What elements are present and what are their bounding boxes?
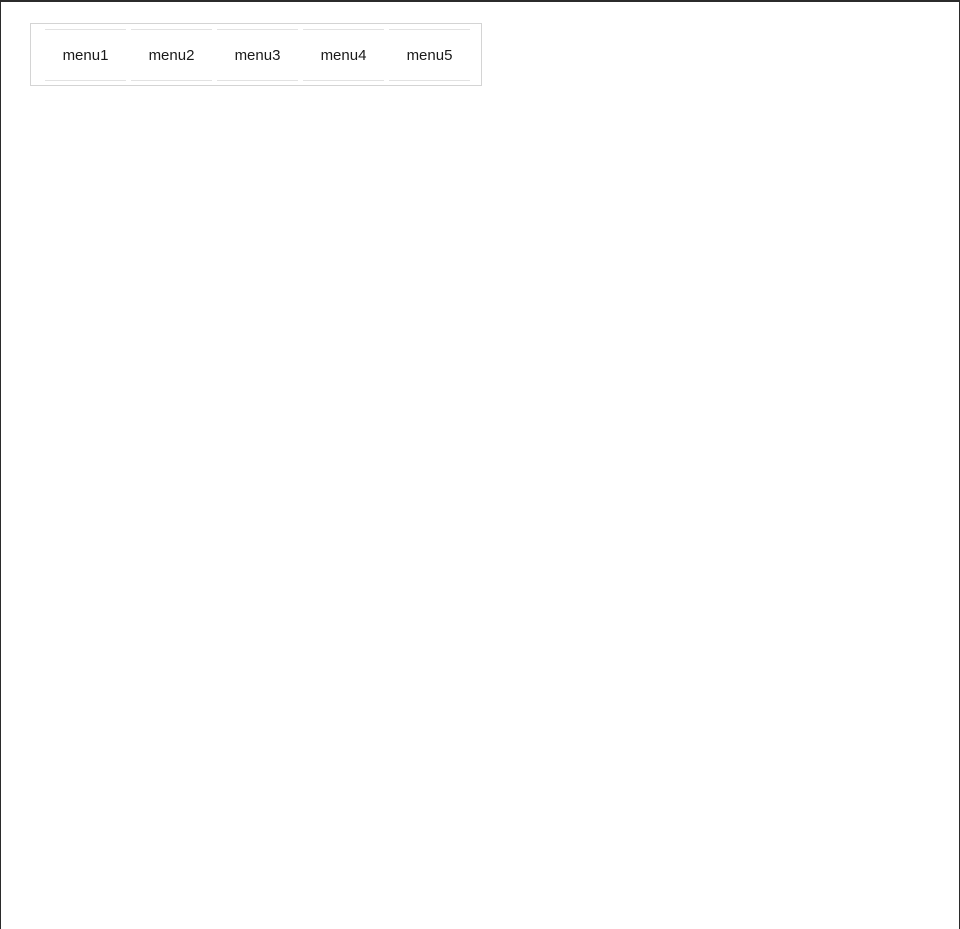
menu-item-4[interactable]: menu4 — [303, 29, 384, 81]
menu-item-1[interactable]: menu1 — [45, 29, 126, 81]
menu-item-3[interactable]: menu3 — [217, 29, 298, 81]
menu-bar: menu1 menu2 menu3 menu4 menu5 — [30, 23, 482, 86]
menu-item-2[interactable]: menu2 — [131, 29, 212, 81]
menu-list: menu1 menu2 menu3 menu4 menu5 — [45, 29, 470, 81]
page-frame: menu1 menu2 menu3 menu4 menu5 — [0, 0, 960, 929]
menu-item-5[interactable]: menu5 — [389, 29, 470, 81]
